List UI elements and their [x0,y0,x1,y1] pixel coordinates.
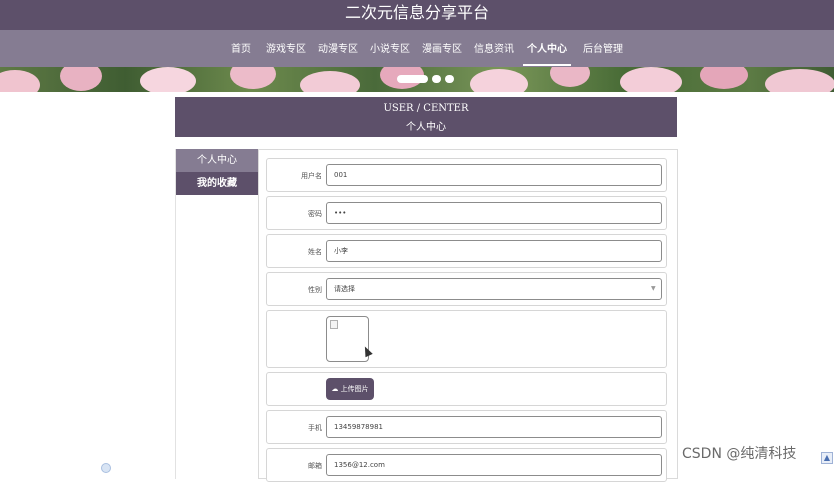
carousel-dot[interactable] [432,75,441,83]
floating-help-icon[interactable] [101,463,111,473]
carousel-dot[interactable] [445,75,454,83]
csdn-watermark: CSDN @纯清科技 [682,446,797,462]
chevron-down-icon: ▼ [651,285,656,292]
nav-item-home[interactable]: 首页 [231,40,251,55]
sidebar-item-user-center[interactable]: 个人中心 [176,149,258,172]
flower-decoration [765,69,834,92]
username-label: 用户名 [301,172,322,180]
nav-item-comics[interactable]: 漫画专区 [422,40,462,55]
email-field[interactable]: 1356@12.com [326,454,662,476]
flower-decoration [620,67,682,92]
site-title-bar: 二次元信息分享平台 [0,0,834,30]
nav-active-underline [523,64,571,66]
flower-decoration [140,67,196,92]
flower-decoration [470,69,528,92]
upload-image-button[interactable]: ☁ 上传图片 [326,378,374,400]
nav-item-games[interactable]: 游戏专区 [266,40,306,55]
user-center-header: USER / CENTER 个人中心 [175,97,677,137]
nav-item-novels[interactable]: 小说专区 [370,40,410,55]
gender-select[interactable]: 请选择 [326,278,662,300]
flower-decoration [0,70,40,92]
nav-item-anime[interactable]: 动漫专区 [318,40,358,55]
flower-decoration [700,67,748,89]
broken-image-icon [330,320,338,329]
password-field[interactable]: ••• [326,202,662,224]
nav-item-admin[interactable]: 后台管理 [583,40,623,55]
flower-decoration [550,67,590,87]
flower-decoration [300,71,360,92]
header-title-cn: 个人中心 [406,122,446,133]
cloud-upload-icon: ☁ [331,385,339,393]
site-title: 二次元信息分享平台 [344,3,489,22]
scroll-top-icon[interactable]: ▲ [821,452,833,464]
main-nav: 首页 游戏专区 动漫专区 小说专区 漫画专区 信息资讯 个人中心 后台管理 [0,30,834,67]
gender-label: 性别 [308,286,322,294]
upload-button-label: 上传图片 [340,385,369,393]
name-field[interactable]: 小李 [326,240,662,262]
name-label: 姓名 [308,248,322,256]
flower-decoration [230,67,276,89]
flower-decoration [60,67,102,91]
password-label: 密码 [308,210,322,218]
phone-label: 手机 [308,424,322,432]
header-title-en: USER / CENTER [383,103,469,114]
phone-field[interactable]: 13459878981 [326,416,662,438]
nav-item-user-center[interactable]: 个人中心 [527,40,567,55]
nav-item-news[interactable]: 信息资讯 [474,40,514,55]
username-field[interactable]: 001 [326,164,662,186]
carousel-dot-active[interactable] [397,75,428,83]
